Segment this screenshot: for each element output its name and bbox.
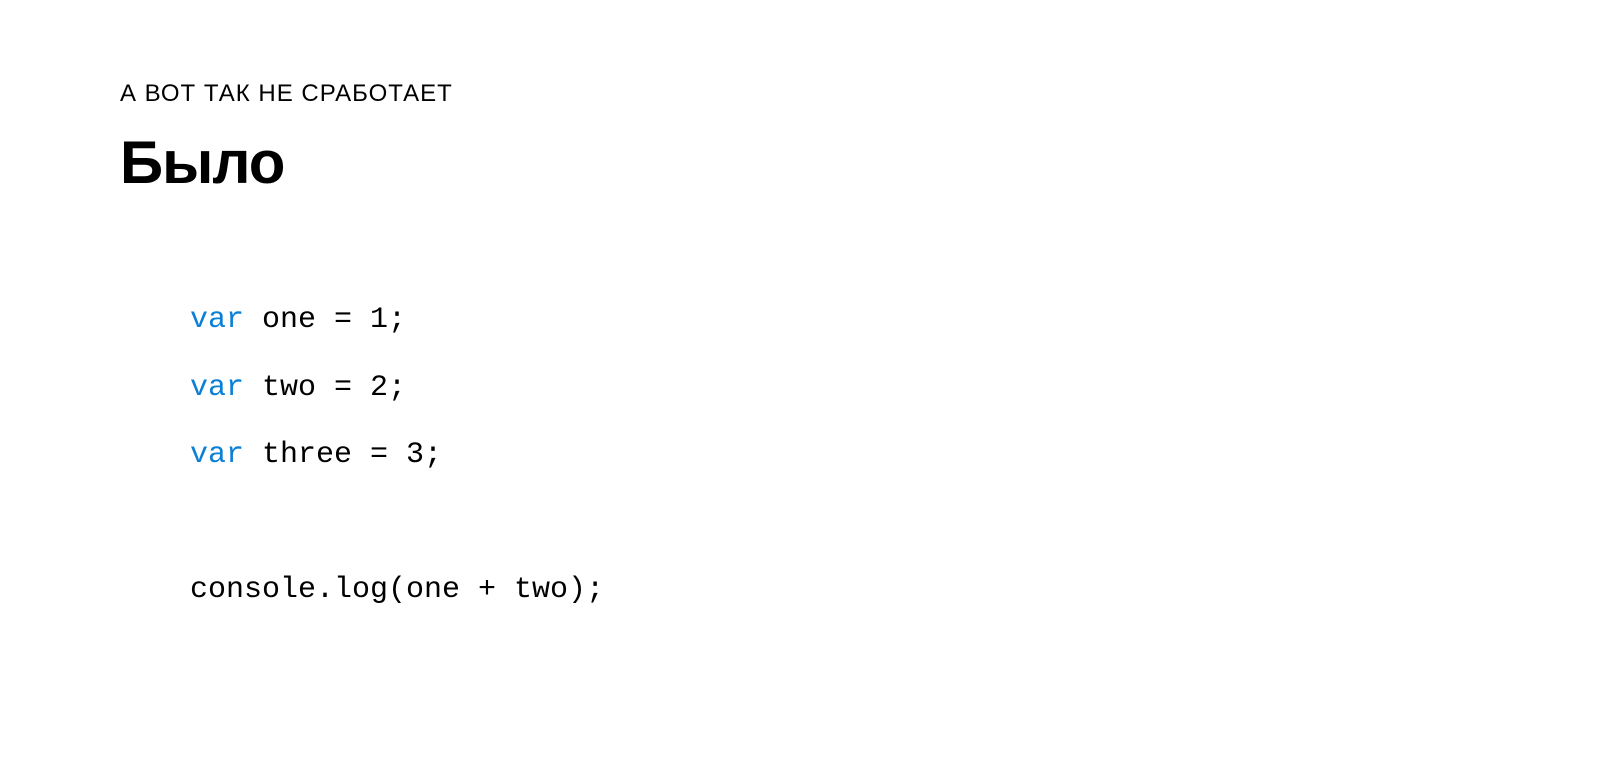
code-rest: one = 1; [244, 303, 406, 337]
code-block: var one = 1; var two = 2; var three = 3;… [120, 287, 1600, 625]
keyword-var: var [190, 371, 244, 405]
slide-eyebrow: А ВОТ ТАК НЕ СРАБОТАЕТ [120, 80, 1600, 108]
code-rest: two = 2; [244, 371, 406, 405]
keyword-var: var [190, 438, 244, 472]
code-line: var two = 2; [190, 355, 1600, 423]
code-line: var three = 3; [190, 422, 1600, 490]
code-rest: console.log(one + two); [190, 573, 604, 607]
keyword-var: var [190, 303, 244, 337]
code-line: var one = 1; [190, 287, 1600, 355]
code-rest: three = 3; [244, 438, 442, 472]
code-line: console.log(one + two); [190, 557, 1600, 625]
slide-title: Было [120, 128, 1600, 197]
code-blank-line [190, 490, 1600, 558]
